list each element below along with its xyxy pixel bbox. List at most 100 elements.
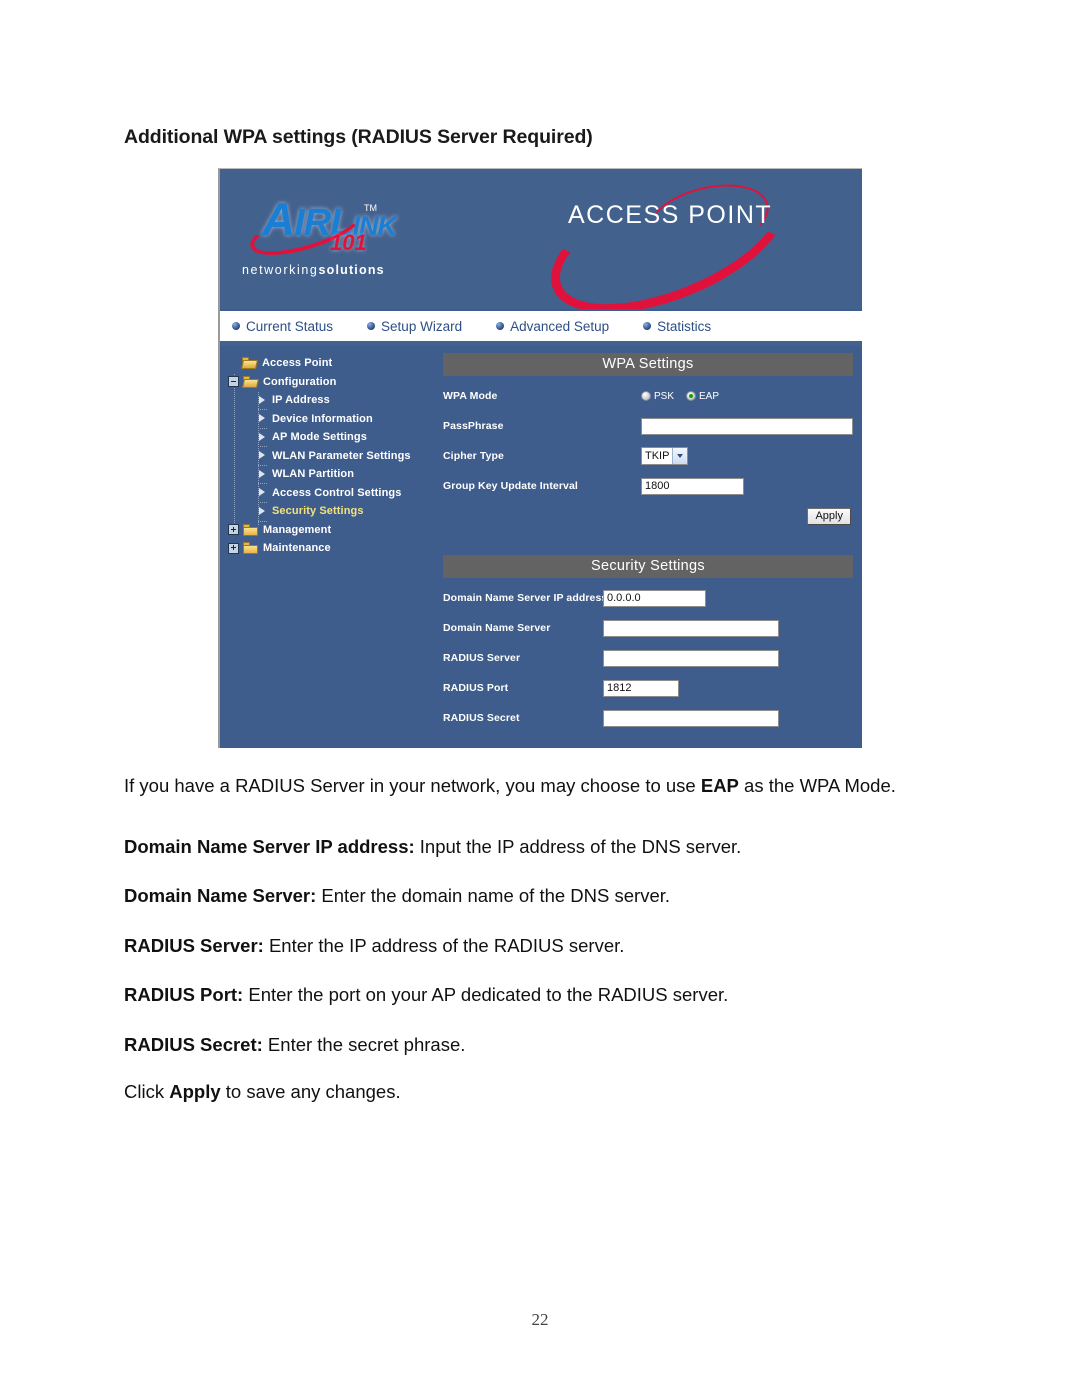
group-key-interval-label: Group Key Update Interval [443, 480, 578, 492]
folder-closed-icon [243, 542, 258, 555]
ui-body: Access Point Configuration IP Address De… [220, 346, 862, 747]
tagline-light: networking [242, 263, 319, 277]
trademark-icon: TM [364, 203, 377, 213]
tree-tick [258, 521, 267, 522]
ui-banner: AIRLINK TM 101 networkingsolutions ACCES… [220, 169, 862, 309]
page-title: Additional WPA settings (RADIUS Server R… [124, 126, 593, 148]
radio-label-eap: EAP [699, 390, 720, 402]
plus-toggle-icon[interactable] [228, 542, 239, 554]
cipher-type-label: Cipher Type [443, 450, 504, 462]
nav-item-current-status[interactable]: Current Status [232, 319, 333, 334]
device-ui-screenshot: AIRLINK TM 101 networkingsolutions ACCES… [218, 168, 862, 748]
plus-toggle-icon[interactable] [228, 524, 239, 536]
folder-open-icon [241, 357, 258, 370]
row-wpa-mode: WPA Mode PSK EAP [443, 386, 853, 406]
radius-port-label: RADIUS Port [443, 682, 509, 694]
arrow-bullet-icon [258, 469, 268, 480]
domain-name-server-input[interactable] [603, 619, 779, 637]
cipher-type-select[interactable]: TKIP [641, 447, 688, 465]
radius-port-input[interactable] [603, 679, 679, 697]
tree-item-label: Access Point [262, 357, 333, 370]
radio-option-psk[interactable]: PSK [641, 391, 674, 402]
folder-closed-icon [243, 523, 258, 536]
dns-ip-address-label: Domain Name Server IP address [443, 592, 608, 604]
panel-spacer [443, 525, 853, 555]
tree-tick [258, 428, 267, 429]
domain-name-server-label: Domain Name Server [443, 622, 551, 634]
radio-option-eap[interactable]: EAP [686, 391, 719, 402]
wpa-mode-radio-group: PSK EAP [641, 391, 719, 402]
tree-item-label: Configuration [263, 375, 337, 388]
row-group-key-interval: Group Key Update Interval [443, 476, 853, 496]
page-number: 22 [531, 1310, 549, 1329]
tree-item-label: Security Settings [272, 505, 364, 518]
radius-secret-label: RADIUS Secret [443, 712, 520, 724]
document-page: Additional WPA settings (RADIUS Server R… [0, 0, 1080, 1397]
dns-ip-address-input[interactable] [603, 589, 706, 607]
bullet-icon [643, 322, 652, 330]
tree-item-maintenance[interactable]: Maintenance [226, 539, 435, 558]
row-dns-ip-address: Domain Name Server IP address [443, 588, 853, 608]
row-cipher-type: Cipher Type TKIP [443, 446, 853, 466]
arrow-bullet-icon [258, 450, 268, 461]
tagline-bold: solutions [318, 263, 385, 277]
paragraph-dns-ip: Domain Name Server IP address: Input the… [124, 836, 742, 857]
sidebar-tree: Access Point Configuration IP Address De… [220, 346, 435, 747]
paragraph-dns: Domain Name Server: Enter the domain nam… [124, 885, 671, 906]
passphrase-input[interactable] [641, 417, 853, 435]
apply-button[interactable]: Apply [807, 508, 851, 525]
paragraph-radius-port: RADIUS Port: Enter the port on your AP d… [124, 984, 729, 1005]
airlink-logo: AIRLINK TM 101 networkingsolutions [242, 194, 462, 289]
tree-item-label: Maintenance [263, 542, 331, 555]
main-navigation: Current Status Setup Wizard Advanced Set… [220, 309, 862, 341]
arrow-bullet-icon [258, 487, 268, 498]
nav-label: Advanced Setup [510, 318, 610, 334]
settings-content: WPA Settings WPA Mode PSK EAP PassPhrase… [435, 346, 865, 747]
tree-tick [258, 446, 267, 447]
row-domain-name-server: Domain Name Server [443, 618, 853, 638]
radio-icon-eap[interactable] [686, 391, 697, 401]
row-passphrase: PassPhrase [443, 416, 853, 436]
product-title: ACCESS POINT [568, 201, 773, 229]
radius-server-input[interactable] [603, 649, 779, 667]
folder-open-icon [242, 375, 259, 388]
paragraph-apply: Click Apply to save any changes. [124, 1081, 401, 1102]
bullet-icon [496, 322, 505, 330]
tree-item-access-point[interactable]: Access Point [226, 354, 435, 373]
tree-item-management[interactable]: Management [226, 521, 435, 540]
group-key-interval-input[interactable] [641, 477, 744, 495]
nav-label: Current Status [246, 318, 334, 334]
paragraph-radius-secret: RADIUS Secret: Enter the secret phrase. [124, 1034, 466, 1055]
minus-toggle-icon[interactable] [228, 376, 239, 388]
arrow-bullet-icon [258, 432, 268, 443]
passphrase-label: PassPhrase [443, 420, 504, 432]
arrow-bullet-icon [258, 395, 268, 406]
apply-row: Apply [443, 508, 853, 525]
paragraph-intro: If you have a RADIUS Server in your netw… [124, 775, 896, 796]
brand-number: 101 [330, 230, 367, 255]
wpa-settings-header: WPA Settings [443, 353, 853, 376]
tree-connector-line [234, 374, 235, 527]
nav-item-statistics[interactable]: Statistics [643, 319, 711, 334]
chevron-down-icon[interactable] [672, 448, 687, 464]
nav-label: Setup Wizard [381, 318, 463, 334]
tree-tick [258, 483, 267, 484]
brand-tagline: networkingsolutions [242, 263, 385, 277]
tree-item-label: AP Mode Settings [272, 431, 367, 444]
radio-label-psk: PSK [654, 390, 675, 402]
tree-item-configuration[interactable]: Configuration [226, 373, 435, 392]
security-settings-header: Security Settings [443, 555, 853, 578]
arrow-bullet-icon [258, 413, 268, 424]
tree-item-label: IP Address [272, 394, 330, 407]
tree-tick [258, 409, 267, 410]
tree-item-label: WLAN Partition [272, 468, 355, 481]
radio-icon-psk[interactable] [641, 391, 651, 401]
nav-item-advanced-setup[interactable]: Advanced Setup [496, 319, 609, 334]
tree-item-label: Access Control Settings [272, 486, 402, 499]
tree-tick [258, 465, 267, 466]
tree-tick [258, 502, 267, 503]
radius-secret-input[interactable] [603, 709, 779, 727]
wpa-mode-label: WPA Mode [443, 390, 498, 402]
nav-item-setup-wizard[interactable]: Setup Wizard [367, 319, 462, 334]
nav-label: Statistics [657, 318, 712, 334]
